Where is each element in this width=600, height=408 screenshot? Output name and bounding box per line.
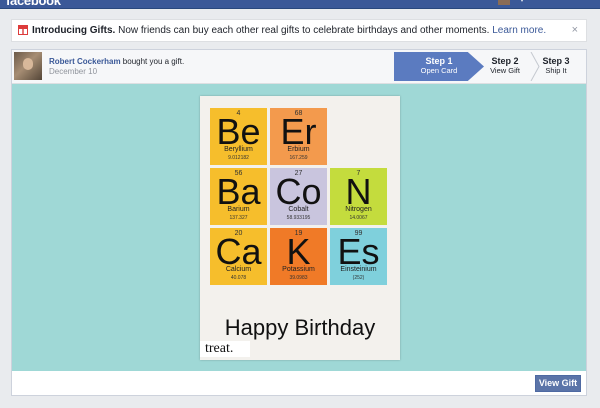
gift-panel: Robert Cockerham bought you a gift. Dece…: [11, 49, 587, 396]
announcement-text: Introducing Gifts. Now friends can buy e…: [32, 20, 546, 41]
element-mass: 40.078: [230, 275, 247, 281]
gift-footer: View Gift: [12, 372, 586, 395]
card-stage: 4 Be Beryllium 9.012182 68 Er Erbium 167.259 56 B…: [12, 84, 586, 371]
element-mass: 137.327: [229, 215, 248, 221]
element-tile-nitrogen: 7 N Nitrogen 14.0067: [330, 168, 387, 225]
facebook-logo[interactable]: facebook: [6, 0, 61, 8]
element-tile-erbium: 68 Er Erbium 167.259: [270, 108, 327, 165]
element-mass: 9.012182: [228, 155, 249, 161]
element-name: Potassium: [282, 266, 315, 273]
learn-more-link[interactable]: Learn more.: [492, 25, 546, 36]
step-1-label: Open Card: [420, 66, 458, 75]
element-tile-barium: 56 Ba Barium 137.327: [210, 168, 267, 225]
card-message: Happy Birthday: [224, 315, 376, 340]
element-tile-einsteinium: 99 Es Einsteinium (252): [330, 228, 387, 285]
top-navigation-bar: facebook ▾: [0, 0, 600, 9]
profile-avatar[interactable]: [498, 0, 510, 5]
gift-icon: [18, 25, 28, 35]
gift-sender-info: Robert Cockerham bought you a gift. Dece…: [49, 57, 185, 76]
element-name: Nitrogen: [345, 206, 372, 213]
element-name: Calcium: [225, 266, 252, 273]
gift-header: Robert Cockerham bought you a gift. Dece…: [12, 50, 586, 84]
step-2-label: View Gift: [490, 66, 520, 75]
chevron-down-icon[interactable]: ▾: [520, 0, 524, 4]
element-tile-beryllium: 4 Be Beryllium 9.012182: [210, 108, 267, 165]
element-name: Barium: [227, 206, 250, 213]
sender-name-link[interactable]: Robert Cockerham: [49, 57, 121, 66]
element-name: Cobalt: [288, 206, 309, 213]
element-mass: 58.933195: [286, 215, 311, 221]
treat-logo: treat.: [200, 341, 250, 357]
element-name: Einsteinium: [340, 266, 377, 273]
step-1-title: Step 1: [425, 56, 453, 66]
sender-avatar[interactable]: [14, 52, 42, 80]
gift-date: December 10: [49, 67, 98, 76]
element-mass: 14.0067: [349, 215, 368, 221]
element-name: Beryllium: [224, 146, 253, 153]
element-mass: (252): [352, 275, 365, 281]
close-icon[interactable]: ×: [572, 20, 578, 41]
announcement-body: Now friends can buy each other real gift…: [115, 25, 493, 36]
step-3-label: Ship It: [545, 66, 567, 75]
gift-steps: Step 1 Open Card Step 2 View Gift Step 3…: [394, 52, 586, 81]
avatar-face: [23, 58, 33, 70]
element-tile-calcium: 20 Ca Calcium 40.078: [210, 228, 267, 285]
element-mass: 167.259: [289, 155, 308, 161]
step-open-card[interactable]: Step 1 Open Card: [394, 52, 484, 81]
birthday-card[interactable]: 4 Be Beryllium 9.012182 68 Er Erbium 167.259 56 B…: [200, 96, 400, 360]
element-tile-cobalt: 27 Co Cobalt 58.933195: [270, 168, 327, 225]
step-ship-it[interactable]: Step 3 Ship It: [526, 52, 586, 81]
element-mass: 39.0983: [289, 275, 308, 281]
element-tile-potassium: 19 K Potassium 39.0983: [270, 228, 327, 285]
step-3-title: Step 3: [542, 56, 570, 66]
announcement-title: Introducing Gifts.: [32, 25, 116, 36]
gifts-announcement: Introducing Gifts. Now friends can buy e…: [11, 19, 587, 42]
element-name: Erbium: [287, 146, 310, 153]
gift-action-text: bought you a gift.: [120, 57, 185, 66]
view-gift-button[interactable]: View Gift: [535, 375, 581, 392]
